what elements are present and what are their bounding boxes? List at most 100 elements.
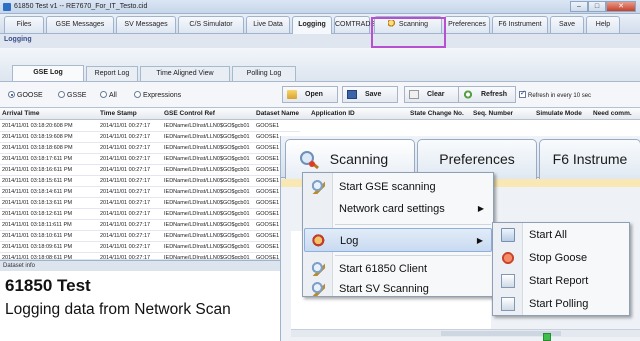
column-gse-control-ref[interactable]: GSE Control Ref bbox=[164, 110, 215, 117]
table-cell: GOOSE1 bbox=[256, 222, 280, 228]
zoomed-tab-f6-instrument[interactable]: F6 Instrume bbox=[539, 139, 640, 179]
tab-logging[interactable]: Logging bbox=[292, 16, 332, 34]
table-cell: 2014/11/01 03:18:15:611 PM bbox=[2, 178, 73, 184]
minimize-icon[interactable]: – bbox=[570, 1, 588, 12]
table-row[interactable]: 2014/11/01 03:18:20:608 PM 2014/11/01 00:… bbox=[0, 121, 300, 132]
column-dataset-name[interactable]: Dataset Name bbox=[256, 110, 299, 117]
tab-gse-messages[interactable]: GSE Messages bbox=[46, 16, 114, 33]
menu-item-network-card-settings[interactable]: Network card settings ▶ bbox=[304, 197, 492, 221]
table-row[interactable]: 2014/11/01 03:18:13:611 PM 2014/11/01 00:… bbox=[0, 198, 300, 209]
dataset-info-pane: Dataset info 61850 Test Logging data fro… bbox=[0, 260, 300, 341]
table-cell: GOOSE1 bbox=[256, 123, 280, 129]
zoomed-tab-scanning-label: Scanning bbox=[329, 151, 389, 167]
save-button[interactable]: Save bbox=[342, 86, 398, 103]
gsse-radio[interactable]: GSSE bbox=[58, 91, 86, 99]
table-cell: 2014/11/01 00:27:17 bbox=[100, 123, 151, 129]
table-cell: GOOSE1 bbox=[256, 189, 280, 195]
expressions-radio[interactable]: Expressions bbox=[134, 91, 181, 99]
clear-button[interactable]: Clear bbox=[404, 86, 460, 103]
refresh-button[interactable]: Refresh bbox=[458, 86, 516, 103]
tab-preferences[interactable]: Preferences bbox=[444, 16, 490, 33]
main-menu-bar: Files GSE Messages SV Messages C/S Simul… bbox=[0, 14, 640, 34]
window-controls: – □ ✕ bbox=[570, 1, 636, 12]
magnifier-icon bbox=[311, 180, 325, 194]
tab-help[interactable]: Help bbox=[586, 16, 620, 33]
menu-item-start-polling[interactable]: Start Polling bbox=[494, 292, 628, 316]
table-row[interactable]: 2014/11/01 03:18:18:608 PM 2014/11/01 00:… bbox=[0, 143, 300, 154]
app-icon bbox=[3, 3, 11, 11]
table-row[interactable]: 2014/11/01 03:18:19:608 PM 2014/11/01 00:… bbox=[0, 132, 300, 143]
column-need-comm[interactable]: Need comm. bbox=[593, 110, 632, 117]
tab-report-log[interactable]: Report Log bbox=[86, 66, 138, 81]
close-icon[interactable]: ✕ bbox=[606, 1, 636, 12]
table-cell: IEDName/LDInst/LLN0$GO$gcb01 bbox=[164, 145, 250, 151]
column-application-id[interactable]: Application ID bbox=[311, 110, 355, 117]
section-label: Logging bbox=[4, 36, 32, 43]
table-cell: IEDName/LDInst/LLN0$GO$gcb01 bbox=[164, 233, 250, 239]
menu-item-start-report[interactable]: Start Report bbox=[494, 269, 628, 293]
column-seq-number[interactable]: Seq. Number bbox=[473, 110, 513, 117]
log-toolbar: GOOSE GSSE All Expressions Open Save Cle… bbox=[0, 82, 640, 108]
all-radio[interactable]: All bbox=[100, 91, 117, 99]
menu-item-start-all[interactable]: Start All bbox=[494, 223, 628, 247]
tab-sv-messages[interactable]: SV Messages bbox=[116, 16, 176, 33]
menu-separator bbox=[335, 255, 491, 256]
tab-gse-log[interactable]: GSE Log bbox=[12, 65, 84, 81]
tab-files[interactable]: Files bbox=[4, 16, 44, 33]
submenu-arrow-icon: ▶ bbox=[476, 236, 483, 245]
menu-item-stop-goose[interactable]: Stop Goose bbox=[494, 246, 628, 270]
status-indicator bbox=[543, 333, 551, 341]
menu-item-start-sv-scanning[interactable]: Start SV Scanning bbox=[304, 277, 492, 301]
column-state-change-no[interactable]: State Change No. bbox=[410, 110, 464, 117]
dataset-info-header: Dataset info bbox=[0, 261, 300, 271]
magnifier-icon bbox=[311, 282, 325, 296]
table-row[interactable]: 2014/11/01 03:18:10:611 PM 2014/11/01 00:… bbox=[0, 231, 300, 242]
menu-item-start-gse-scanning[interactable]: Start GSE scanning bbox=[304, 175, 492, 199]
grid-header: Arrival Time Time Stamp GSE Control Ref … bbox=[0, 108, 640, 120]
zoomed-horizontal-scrollbar[interactable] bbox=[291, 329, 640, 337]
table-cell: 2014/11/01 03:18:12:611 PM bbox=[2, 211, 73, 217]
table-cell: GOOSE1 bbox=[256, 167, 280, 173]
menu-item-log[interactable]: Log ▶ bbox=[304, 228, 492, 252]
column-arrival-time[interactable]: Arrival Time bbox=[2, 110, 39, 117]
table-row[interactable]: 2014/11/01 03:18:15:611 PM 2014/11/01 00:… bbox=[0, 176, 300, 187]
table-cell: 2014/11/01 03:18:14:611 PM bbox=[2, 189, 73, 195]
table-cell: GOOSE1 bbox=[256, 156, 280, 162]
tab-save[interactable]: Save bbox=[550, 16, 584, 33]
table-row[interactable]: 2014/11/01 03:18:09:611 PM 2014/11/01 00:… bbox=[0, 242, 300, 253]
table-cell: IEDName/LDInst/LLN0$GO$gcb01 bbox=[164, 167, 250, 173]
open-button[interactable]: Open bbox=[282, 86, 338, 103]
table-cell: 2014/11/01 00:27:17 bbox=[100, 134, 151, 140]
maximize-icon[interactable]: □ bbox=[588, 1, 606, 12]
column-time-stamp[interactable]: Time Stamp bbox=[100, 110, 137, 117]
checkbox-checked-icon bbox=[519, 89, 526, 98]
table-cell: 2014/11/01 03:18:18:608 PM bbox=[2, 145, 73, 151]
table-row[interactable]: 2014/11/01 03:18:12:611 PM 2014/11/01 00:… bbox=[0, 209, 300, 220]
table-row[interactable]: 2014/11/01 03:18:11:611 PM 2014/11/01 00:… bbox=[0, 220, 300, 231]
table-cell: GOOSE1 bbox=[256, 200, 280, 206]
table-cell: 2014/11/01 00:27:17 bbox=[100, 233, 151, 239]
table-cell: GOOSE1 bbox=[256, 145, 280, 151]
tab-time-aligned-view[interactable]: Time Aligned View bbox=[140, 66, 230, 81]
tab-live-data[interactable]: Live Data bbox=[246, 16, 290, 33]
tab-cs-simulator[interactable]: C/S Simulator bbox=[178, 16, 244, 33]
table-row[interactable]: 2014/11/01 03:18:17:611 PM 2014/11/01 00:… bbox=[0, 154, 300, 165]
auto-refresh-checkbox[interactable]: Refresh in every 10 sec bbox=[519, 89, 591, 99]
log-submenu: Start All Stop Goose Start Report Start … bbox=[492, 222, 630, 316]
scanning-icon bbox=[300, 151, 319, 170]
table-cell: IEDName/LDInst/LLN0$GO$gcb01 bbox=[164, 189, 250, 195]
tab-comtrade[interactable]: COMTRADE bbox=[334, 16, 375, 33]
goose-radio[interactable]: GOOSE bbox=[8, 91, 43, 99]
table-row[interactable]: 2014/11/01 03:18:14:611 PM 2014/11/01 00:… bbox=[0, 187, 300, 198]
table-row[interactable]: 2014/11/01 03:18:08:611 PM 2014/11/01 00:… bbox=[0, 253, 300, 259]
tab-f6-instrument[interactable]: F6 Instrument bbox=[492, 16, 548, 33]
table-cell: GOOSE1 bbox=[256, 244, 280, 250]
table-cell: IEDName/LDInst/LLN0$GO$gcb01 bbox=[164, 222, 250, 228]
tab-polling-log[interactable]: Polling Log bbox=[232, 66, 296, 81]
table-cell: IEDName/LDInst/LLN0$GO$gcb01 bbox=[164, 123, 250, 129]
column-simulate-mode[interactable]: Simulate Mode bbox=[536, 110, 582, 117]
table-row[interactable]: 2014/11/01 03:18:16:611 PM 2014/11/01 00:… bbox=[0, 165, 300, 176]
dataset-info-title: 61850 Test bbox=[5, 276, 91, 295]
table-cell: 2014/11/01 00:27:17 bbox=[100, 145, 151, 151]
table-cell: IEDName/LDInst/LLN0$GO$gcb01 bbox=[164, 156, 250, 162]
